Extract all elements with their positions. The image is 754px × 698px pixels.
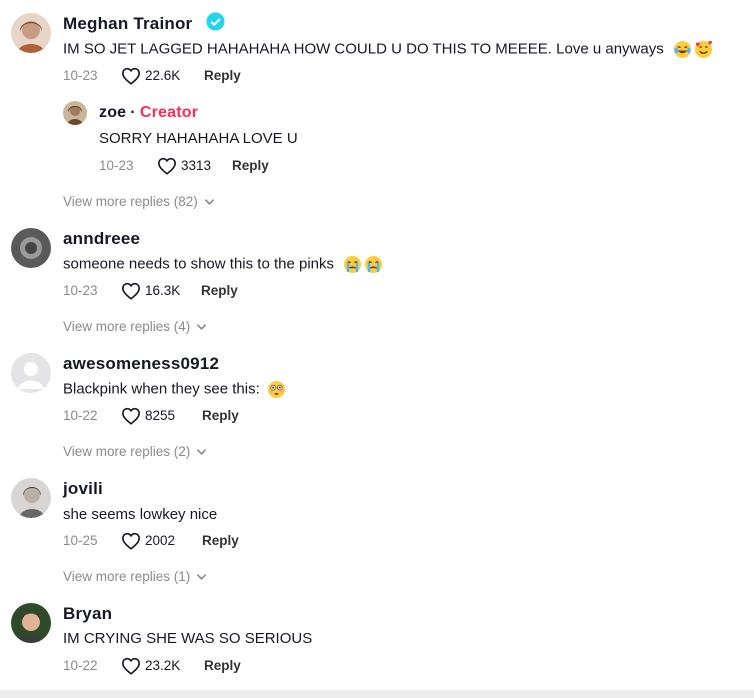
like-count: 8255: [145, 408, 176, 423]
heart-icon[interactable]: [121, 67, 141, 85]
view-more-replies[interactable]: View more replies (1): [63, 569, 207, 584]
reply-date: 10-23: [99, 158, 134, 173]
comment-username[interactable]: Bryan: [63, 604, 112, 624]
crying-emoji-icon: [365, 255, 383, 274]
reply-text: SORRY HAHAHAHA LOVE U: [99, 130, 298, 147]
heart-icon[interactable]: [157, 157, 177, 175]
comment-date: 10-25: [63, 533, 98, 548]
comment-text: IM CRYING SHE WAS SO SERIOUS: [63, 630, 313, 647]
separator-dot: ·: [130, 104, 136, 121]
laughing-emoji-icon: [673, 40, 691, 59]
verified-badge-icon: [206, 12, 225, 31]
chevron-down-icon: [196, 448, 207, 456]
comment-username[interactable]: anndreee: [63, 229, 140, 249]
like-count: 2002: [145, 533, 176, 548]
comment-text: Blackpink when they see this:: [63, 380, 286, 399]
reply-button[interactable]: Reply: [202, 533, 239, 548]
avatar[interactable]: [11, 13, 51, 53]
like-count: 3313: [181, 158, 212, 173]
reply-username-line: zoe · Creator: [99, 104, 198, 122]
comment-date: 10-22: [63, 408, 98, 423]
heart-icon[interactable]: [121, 657, 141, 675]
chevron-down-icon: [196, 323, 207, 331]
comment-text-body: Blackpink when they see this:: [63, 380, 260, 398]
like-count: 23.2K: [145, 658, 181, 673]
comment-username[interactable]: jovili: [63, 479, 103, 499]
smiling-hearts-emoji-icon: [694, 40, 712, 59]
heart-icon[interactable]: [121, 532, 141, 550]
comment-text-body: IM SO JET LAGGED HAHAHAHA HOW COULD U DO…: [63, 40, 664, 58]
like-count: 16.3K: [145, 283, 181, 298]
comment-text-body: someone needs to show this to the pinks: [63, 255, 334, 273]
view-more-replies-label: View more replies (2): [63, 444, 191, 459]
avatar[interactable]: [11, 228, 51, 268]
comment-date: 10-23: [63, 283, 98, 298]
comment-text: she seems lowkey nice: [63, 506, 218, 523]
view-more-replies[interactable]: View more replies (82): [63, 194, 215, 209]
reply-button[interactable]: Reply: [201, 283, 238, 298]
view-more-replies[interactable]: View more replies (2): [63, 444, 207, 459]
view-more-replies-label: View more replies (4): [63, 319, 191, 334]
comment-text: IM SO JET LAGGED HAHAHAHA HOW COULD U DO…: [63, 40, 713, 59]
view-more-replies-label: View more replies (82): [63, 194, 198, 209]
flushed-emoji-icon: [267, 380, 286, 399]
reply-button[interactable]: Reply: [202, 408, 239, 423]
reply-button[interactable]: Reply: [204, 68, 241, 83]
comment-username[interactable]: awesomeness0912: [63, 354, 219, 374]
chevron-down-icon: [196, 573, 207, 581]
comment-username[interactable]: Meghan Trainor: [63, 14, 192, 34]
reply-button[interactable]: Reply: [232, 158, 269, 173]
avatar[interactable]: [11, 478, 51, 518]
heart-icon[interactable]: [121, 407, 141, 425]
view-more-replies[interactable]: View more replies (4): [63, 319, 207, 334]
view-more-replies-label: View more replies (1): [63, 569, 191, 584]
avatar[interactable]: [11, 603, 51, 643]
avatar[interactable]: [11, 353, 51, 393]
like-count: 22.6K: [145, 68, 181, 83]
heart-icon[interactable]: [121, 282, 141, 300]
comment-date: 10-23: [63, 68, 98, 83]
comment-date: 10-22: [63, 658, 98, 673]
chevron-down-icon: [204, 198, 215, 206]
reply-button[interactable]: Reply: [204, 658, 241, 673]
bottom-divider: [0, 690, 754, 698]
comment-text: someone needs to show this to the pinks: [63, 255, 383, 274]
crying-emoji-icon: [344, 255, 362, 274]
creator-badge: Creator: [139, 104, 199, 121]
avatar[interactable]: [63, 101, 87, 125]
reply-username[interactable]: zoe: [99, 104, 126, 121]
